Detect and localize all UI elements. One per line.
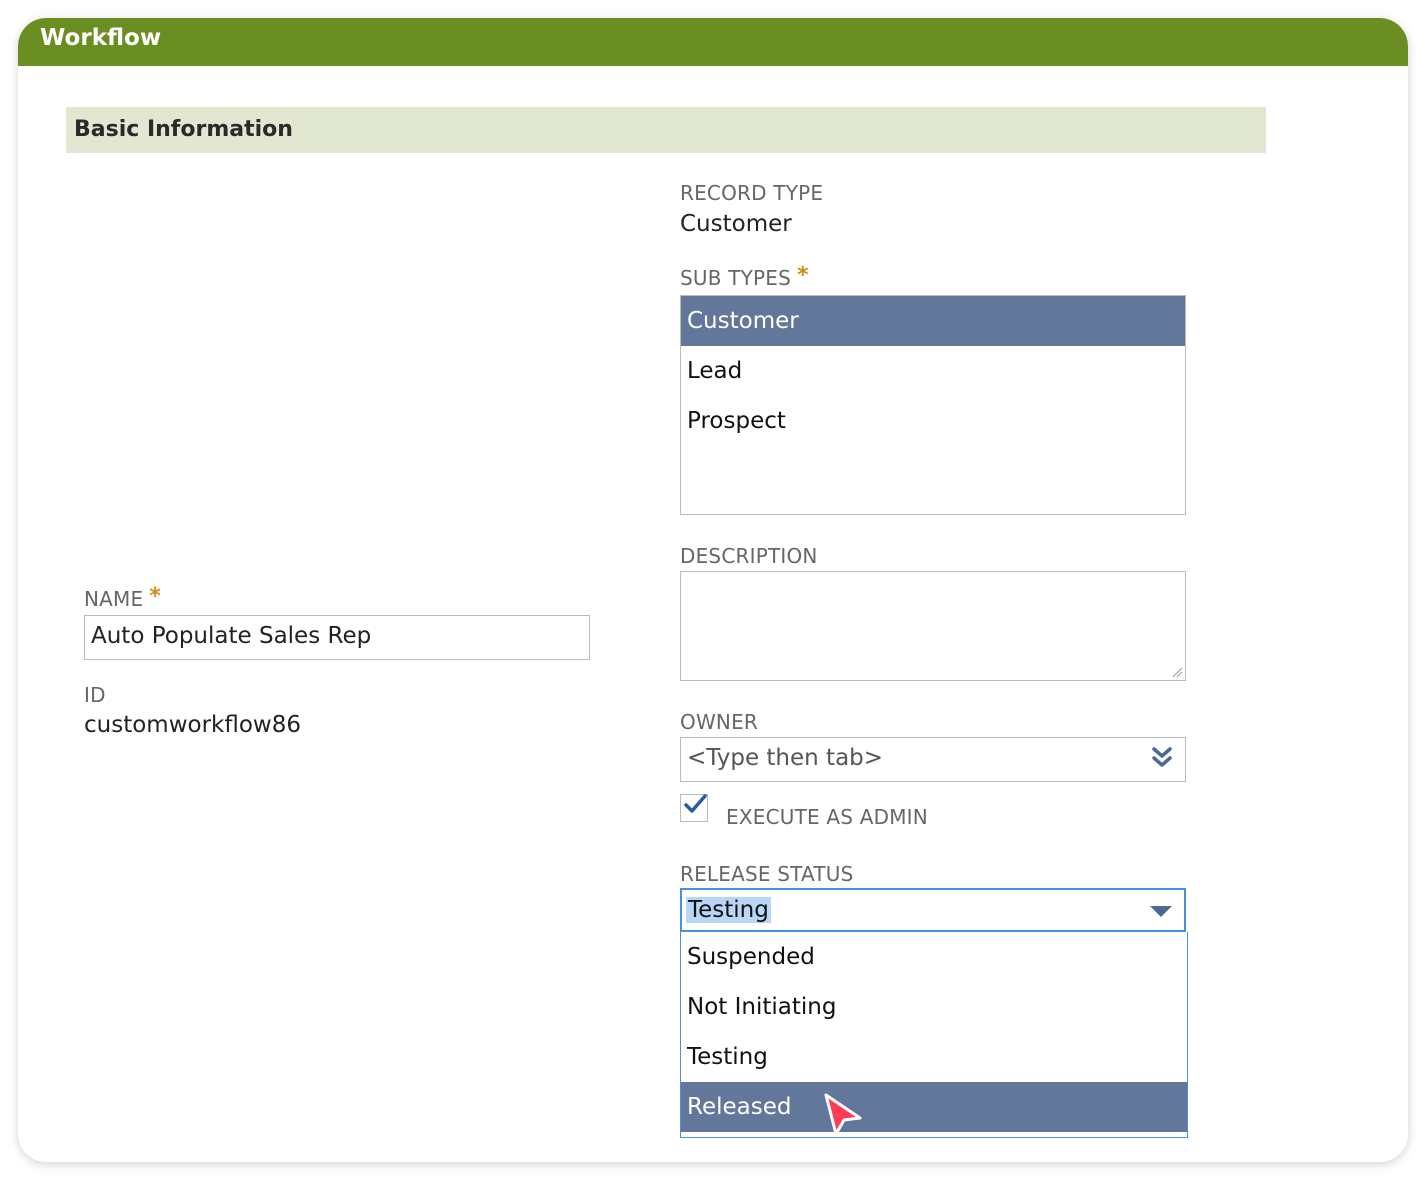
owner-placeholder: <Type then tab> bbox=[687, 745, 884, 771]
required-star: * bbox=[149, 584, 162, 609]
option-not-initiating[interactable]: Not Initiating bbox=[681, 982, 1187, 1032]
sub-types-label-text: SUB TYPES bbox=[680, 266, 792, 290]
release-status-select[interactable]: Testing bbox=[680, 888, 1186, 932]
name-label: NAME * bbox=[84, 584, 162, 612]
checkmark-icon bbox=[684, 794, 707, 813]
mouse-pointer-icon bbox=[824, 1093, 862, 1136]
double-chevron-down-icon[interactable] bbox=[1151, 746, 1173, 770]
resize-handle-icon[interactable] bbox=[1171, 666, 1183, 678]
id-label: ID bbox=[84, 683, 106, 707]
execute-as-admin-label: EXECUTE AS ADMIN bbox=[726, 805, 928, 829]
name-input[interactable]: Auto Populate Sales Rep bbox=[84, 615, 590, 660]
sub-types-label: SUB TYPES * bbox=[680, 263, 809, 291]
required-star: * bbox=[797, 263, 809, 288]
release-status-dropdown: Suspended Not Initiating Testing Release… bbox=[680, 932, 1188, 1138]
execute-as-admin-checkbox[interactable] bbox=[680, 794, 708, 822]
sub-types-listbox[interactable]: Customer Lead Prospect bbox=[680, 295, 1186, 515]
name-label-text: NAME bbox=[84, 587, 144, 611]
record-type-label: RECORD TYPE bbox=[680, 181, 824, 205]
option-suspended[interactable]: Suspended bbox=[681, 932, 1187, 982]
sub-type-option-prospect[interactable]: Prospect bbox=[681, 396, 1185, 446]
workflow-card: Workflow Basic Information RECORD TYPE C… bbox=[18, 18, 1408, 1162]
owner-label: OWNER bbox=[680, 710, 759, 734]
option-testing[interactable]: Testing bbox=[681, 1032, 1187, 1082]
name-input-value: Auto Populate Sales Rep bbox=[91, 623, 372, 649]
release-status-label: RELEASE STATUS bbox=[680, 862, 854, 886]
option-released[interactable]: Released bbox=[681, 1082, 1187, 1132]
window-title: Workflow bbox=[40, 25, 162, 51]
description-textarea[interactable] bbox=[680, 571, 1186, 681]
description-label: DESCRIPTION bbox=[680, 544, 818, 568]
sub-type-option-customer[interactable]: Customer bbox=[681, 296, 1185, 346]
sub-type-option-lead[interactable]: Lead bbox=[681, 346, 1185, 396]
section-header: Basic Information bbox=[66, 107, 1266, 153]
caret-down-icon[interactable] bbox=[1150, 906, 1172, 917]
id-value: customworkflow86 bbox=[84, 712, 301, 738]
section-title: Basic Information bbox=[74, 117, 293, 142]
owner-input[interactable]: <Type then tab> bbox=[680, 737, 1186, 782]
release-status-current-value: Testing bbox=[686, 897, 771, 923]
record-type-value: Customer bbox=[680, 211, 792, 237]
title-bar: Workflow bbox=[18, 18, 1408, 66]
